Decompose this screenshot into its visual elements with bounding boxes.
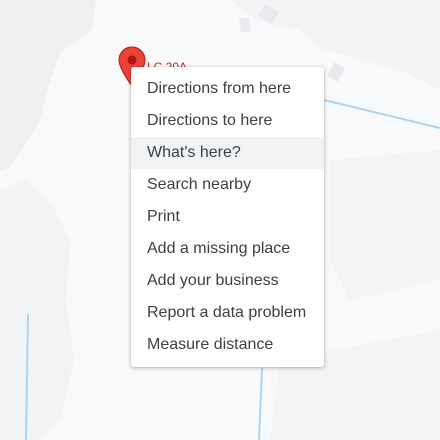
menu-item-report-data-problem[interactable]: Report a data problem: [131, 297, 324, 329]
menu-item-directions-to-here[interactable]: Directions to here: [131, 105, 324, 137]
map-block: [330, 150, 440, 300]
menu-item-add-your-business[interactable]: Add your business: [131, 265, 324, 297]
menu-item-search-nearby[interactable]: Search nearby: [131, 169, 324, 201]
menu-item-measure-distance[interactable]: Measure distance: [131, 329, 324, 361]
menu-item-print[interactable]: Print: [131, 201, 324, 233]
menu-item-whats-here[interactable]: What's here?: [131, 137, 324, 169]
context-menu: Directions from here Directions to here …: [131, 67, 324, 367]
menu-item-add-missing-place[interactable]: Add a missing place: [131, 233, 324, 265]
map-building: [239, 17, 251, 33]
menu-item-directions-from-here[interactable]: Directions from here: [131, 73, 324, 105]
